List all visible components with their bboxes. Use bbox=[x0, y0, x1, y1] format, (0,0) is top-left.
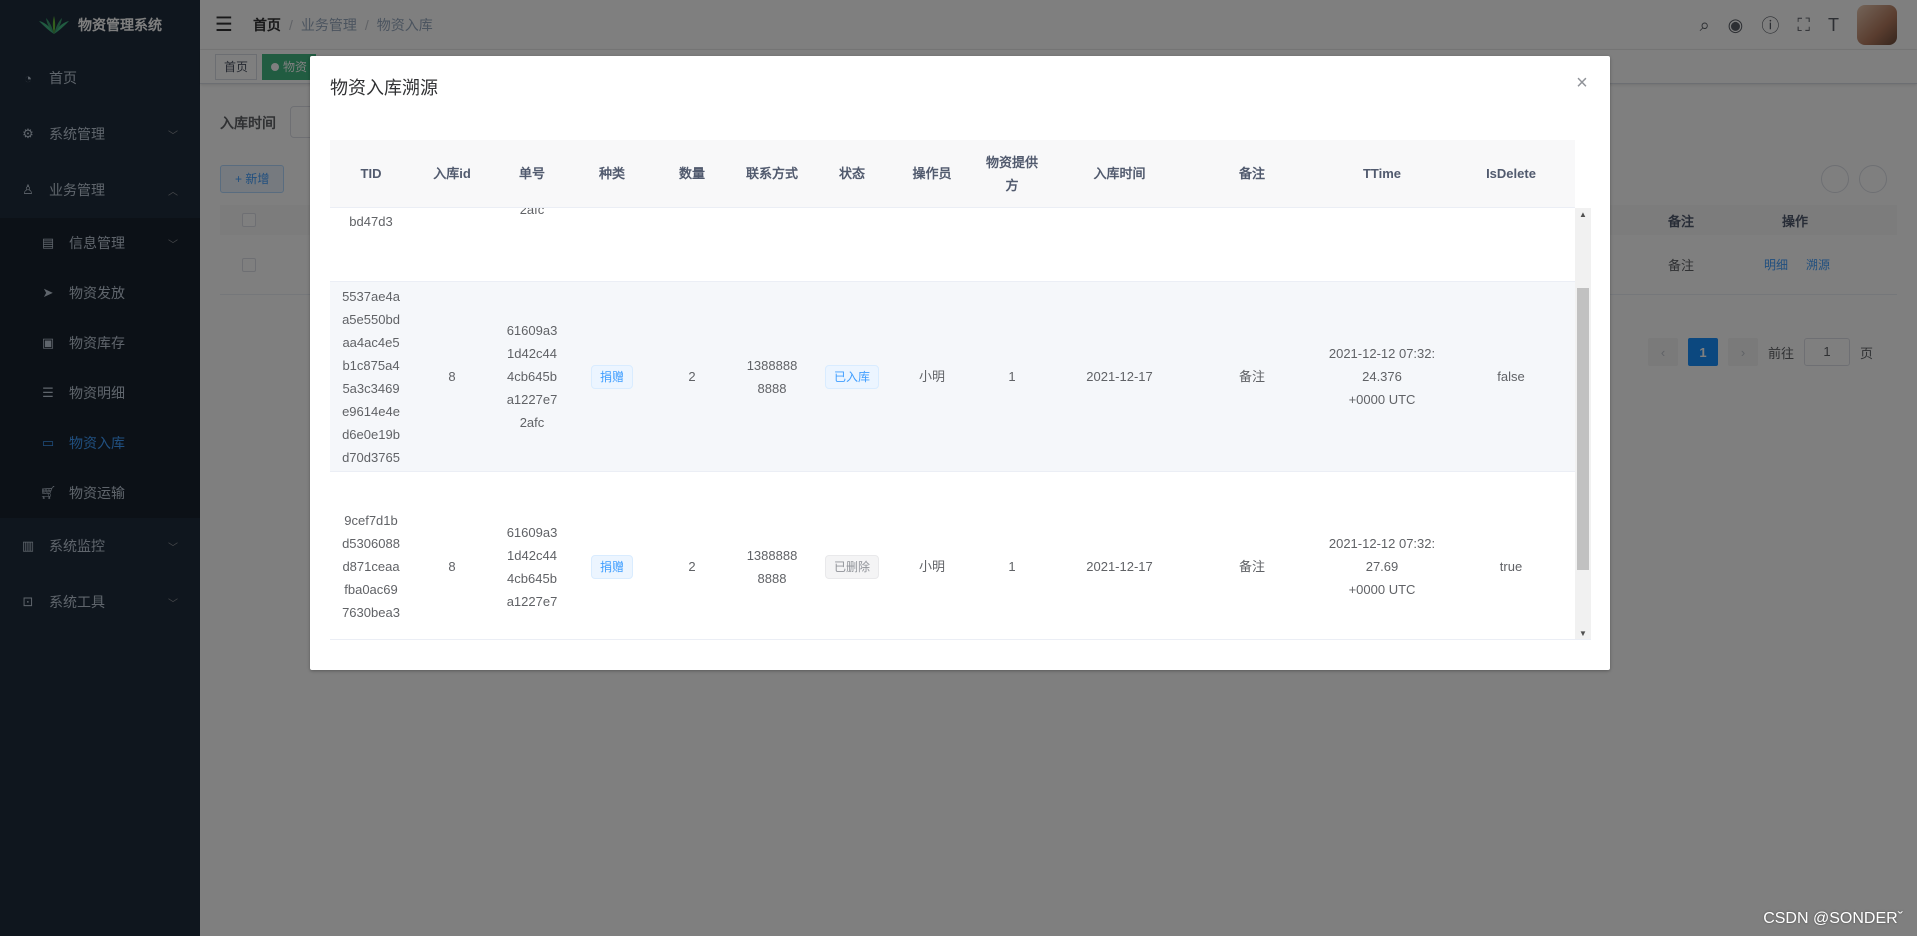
cell-text: 2021-12-12 07:32:24.376 +0000 UTC bbox=[1328, 346, 1436, 407]
watermark: CSDN @SONDERˇ bbox=[1763, 910, 1903, 927]
cell-text: 小明 bbox=[918, 369, 945, 384]
ttime-cell: 2021-12-12 07:32:27.69 +0000 UTC bbox=[1317, 472, 1447, 639]
tid-cell: 5537ae4a a5e550bd aa4ac4e5 b1c875a4 5a3c… bbox=[330, 282, 412, 471]
cell-text: 8 bbox=[448, 369, 456, 384]
table-header: TID 入库id 单号 种类 数量 联系方式 状态 操作员 物资提供 方 入库时间 备注 TTime I… bbox=[330, 140, 1575, 208]
cell-text: false bbox=[1497, 369, 1525, 384]
cell-text: 2021-12-17 bbox=[1086, 369, 1153, 384]
cell-text: 1 bbox=[1008, 369, 1016, 384]
in-id-cell: 8 bbox=[412, 282, 492, 471]
in-time-cell: 2021-12-17 bbox=[1052, 472, 1187, 639]
cell-text: 2021-12-17 bbox=[1086, 559, 1153, 574]
cell-text: 小明 bbox=[918, 559, 945, 574]
table-body[interactable]: 0c857374 d9561977 58f3fce35 bd47d384cb64… bbox=[330, 140, 1575, 639]
contact-cell: 1388888 8888 bbox=[732, 282, 812, 471]
kind-cell: 捐赠 bbox=[572, 282, 652, 471]
qty-cell: 2 bbox=[652, 282, 732, 471]
cell-text: 61609a3 1d42c44 4cb645b a1227e7 2afc bbox=[506, 323, 558, 430]
column-header: IsDelete bbox=[1486, 166, 1536, 181]
table-row[interactable]: 9cef7d1b d5306088 d871ceaa fba0ac69 7630… bbox=[330, 472, 1575, 639]
cell-text: 1 bbox=[1008, 559, 1016, 574]
qty-cell: 2 bbox=[652, 472, 732, 639]
order-no-cell: 61609a3 1d42c44 4cb645b a1227e7 bbox=[492, 472, 572, 639]
column-header: 联系方式 bbox=[745, 166, 798, 181]
dialog-title: 物资入库溯源 bbox=[330, 78, 438, 98]
column-header: 种类 bbox=[598, 166, 625, 181]
column-header: 数量 bbox=[678, 166, 705, 181]
status-tag: 已入库 bbox=[824, 364, 879, 389]
note-cell: 备注 bbox=[1187, 282, 1317, 471]
cell-text: 9cef7d1b d5306088 d871ceaa fba0ac69 7630… bbox=[342, 513, 400, 620]
cell-text: 2 bbox=[688, 559, 696, 574]
is-delete-cell: true bbox=[1447, 472, 1575, 639]
in-id-cell: 8 bbox=[412, 472, 492, 639]
cell-text: true bbox=[1499, 559, 1523, 574]
column-header: 入库时间 bbox=[1093, 166, 1146, 181]
ttime-cell: 2021-12-12 07:32:24.376 +0000 UTC bbox=[1317, 282, 1447, 471]
status-cell: 已入库 bbox=[812, 282, 892, 471]
trace-table: 0c857374 d9561977 58f3fce35 bd47d384cb64… bbox=[330, 140, 1591, 640]
contact-cell: 1388888 8888 bbox=[732, 472, 812, 639]
cell-text: 5537ae4a a5e550bd aa4ac4e5 b1c875a4 5a3c… bbox=[342, 288, 400, 465]
operator-cell: 小明 bbox=[892, 472, 972, 639]
column-header: 入库id bbox=[433, 166, 471, 181]
cell-text: 8 bbox=[448, 559, 456, 574]
cell-text: 1388888 8888 bbox=[746, 357, 798, 396]
scroll-down-arrow-icon[interactable]: ▼ bbox=[1579, 629, 1587, 638]
kind-tag: 捐赠 bbox=[590, 554, 633, 579]
close-icon[interactable]: × bbox=[1572, 73, 1592, 94]
column-header: 物资提供 方 bbox=[985, 154, 1038, 193]
column-header: TTime bbox=[1362, 166, 1402, 181]
cell-text: 2021-12-12 07:32:27.69 +0000 UTC bbox=[1328, 536, 1436, 597]
column-header: 状态 bbox=[838, 166, 865, 181]
cell-text: 备注 bbox=[1238, 559, 1265, 574]
column-header: 备注 bbox=[1238, 166, 1265, 181]
operator-cell: 小明 bbox=[892, 282, 972, 471]
table-row[interactable]: 5537ae4a a5e550bd aa4ac4e5 b1c875a4 5a3c… bbox=[330, 282, 1575, 472]
column-header: TID bbox=[360, 166, 382, 181]
is-delete-cell: false bbox=[1447, 282, 1575, 471]
cell-text: 备注 bbox=[1238, 369, 1265, 384]
kind-cell: 捐赠 bbox=[572, 472, 652, 639]
scrollbar-thumb[interactable] bbox=[1577, 288, 1589, 570]
provider-cell: 1 bbox=[972, 282, 1052, 471]
cell-text: 1388888 8888 bbox=[746, 547, 798, 586]
status-cell: 已删除 bbox=[812, 472, 892, 639]
trace-dialog: 物资入库溯源 × 0c857374 d9561977 58f3fce35 bd4… bbox=[310, 56, 1610, 670]
cell-text: 61609a3 1d42c44 4cb645b a1227e7 bbox=[506, 524, 558, 609]
tid-cell: 9cef7d1b d5306088 d871ceaa fba0ac69 7630… bbox=[330, 472, 412, 639]
column-header: 操作员 bbox=[912, 166, 952, 181]
order-no-cell: 61609a3 1d42c44 4cb645b a1227e7 2afc bbox=[492, 282, 572, 471]
kind-tag: 捐赠 bbox=[590, 364, 633, 389]
note-cell: 备注 bbox=[1187, 472, 1317, 639]
status-tag: 已删除 bbox=[824, 554, 879, 579]
cell-text: 2 bbox=[688, 369, 696, 384]
in-time-cell: 2021-12-17 bbox=[1052, 282, 1187, 471]
scroll-up-arrow-icon[interactable]: ▲ bbox=[1579, 210, 1587, 219]
table-scrollbar[interactable]: ▲ ▼ bbox=[1575, 208, 1591, 639]
column-header: 单号 bbox=[518, 166, 545, 181]
provider-cell: 1 bbox=[972, 472, 1052, 639]
